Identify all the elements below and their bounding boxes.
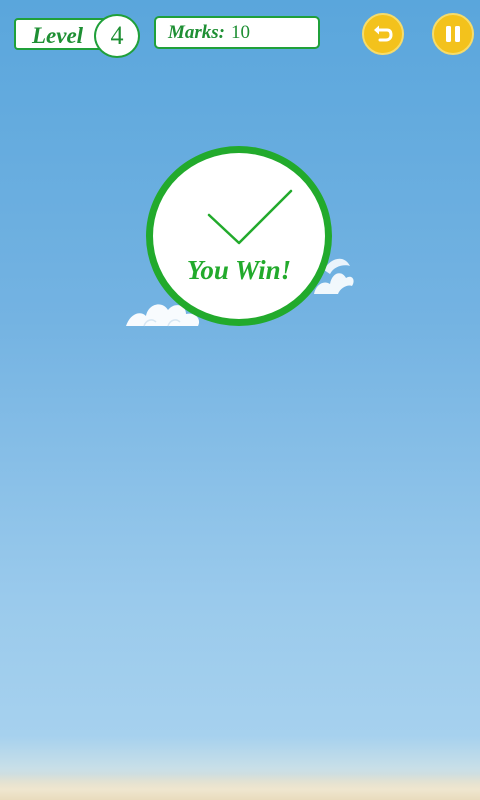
checkmark-icon xyxy=(207,189,293,245)
restart-arrow-icon xyxy=(374,25,393,42)
win-message: You Win! xyxy=(186,255,292,285)
pause-button[interactable] xyxy=(432,13,474,55)
sand-strip xyxy=(0,774,480,800)
level-number-badge: 4 xyxy=(94,14,140,58)
level-label: Level xyxy=(32,23,84,48)
marks-value: 10 xyxy=(231,21,251,43)
win-badge: You Win! xyxy=(146,146,332,326)
level-value: 4 xyxy=(110,21,124,50)
marks-label: Marks: xyxy=(168,21,226,43)
sky-background xyxy=(0,0,480,800)
marks-panel: Marks: 10 xyxy=(154,16,320,49)
pause-icon xyxy=(446,26,460,42)
restart-button[interactable] xyxy=(362,13,404,55)
